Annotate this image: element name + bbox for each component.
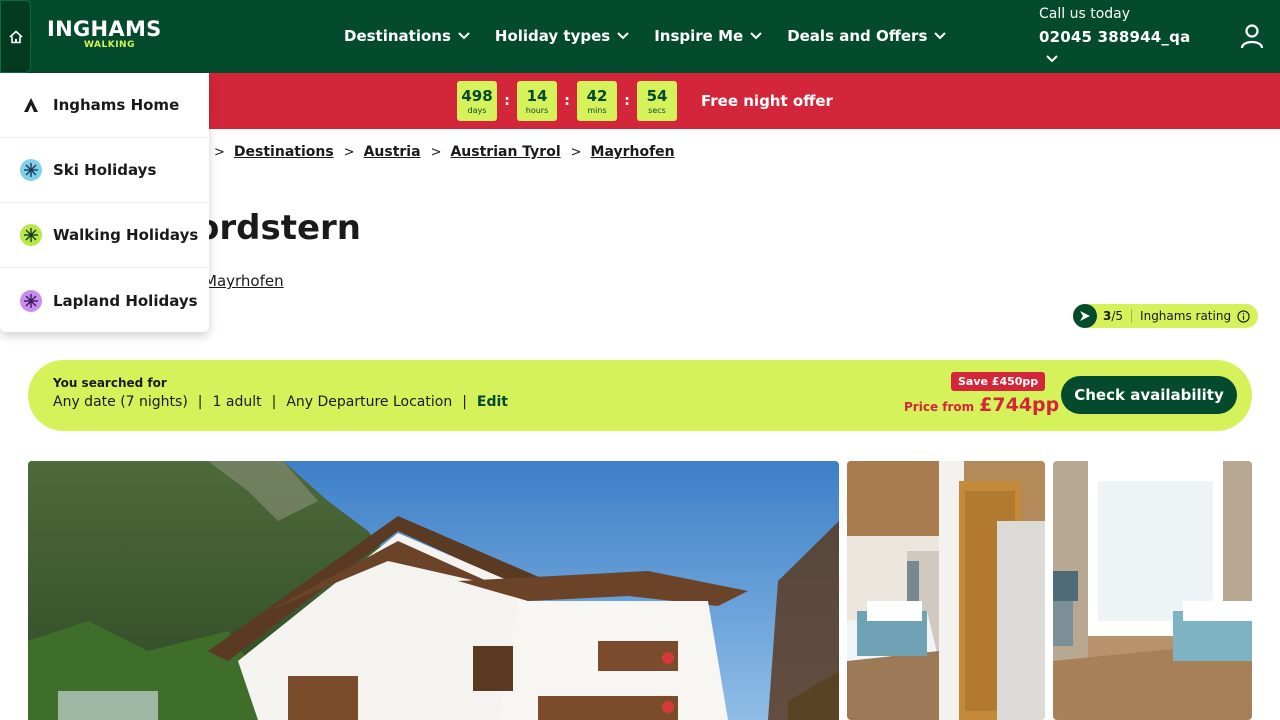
countdown-unit: days bbox=[467, 106, 487, 115]
logo-text: INGHAMS bbox=[47, 17, 162, 41]
search-details: Any date (7 nights) | 1 adult | Any Depa… bbox=[53, 394, 508, 410]
chevron-down-icon[interactable] bbox=[1045, 54, 1059, 64]
chevron-down-icon bbox=[617, 32, 629, 40]
menu-item-inghams-home[interactable]: Inghams Home bbox=[0, 73, 209, 138]
brand-logo[interactable]: INGHAMS WALKING bbox=[47, 17, 162, 50]
menu-item-label: Ski Holidays bbox=[53, 161, 157, 179]
main-nav: Destinations Holiday types Inspire Me De… bbox=[344, 25, 971, 47]
separator: | bbox=[197, 394, 203, 410]
breadcrumb-destinations[interactable]: Destinations bbox=[234, 144, 334, 160]
separator: | bbox=[462, 394, 467, 410]
nav-inspire-me[interactable]: Inspire Me bbox=[654, 25, 763, 47]
rating-max: /5 bbox=[1111, 309, 1124, 323]
chevron-down-icon bbox=[750, 32, 762, 40]
countdown-separator: : bbox=[624, 93, 630, 109]
brand-switcher-menu: Inghams Home Ski Holidays Walking Holida… bbox=[0, 73, 209, 332]
location-link[interactable]: Mayrhofen bbox=[204, 272, 284, 290]
page-title: ordstern bbox=[196, 208, 361, 248]
menu-item-label: Lapland Holidays bbox=[53, 291, 198, 310]
hotel-room-window-photo[interactable] bbox=[1053, 461, 1252, 720]
chevron-right-icon: > bbox=[570, 144, 582, 160]
logo-subtext: WALKING bbox=[84, 40, 135, 50]
inghams-mark-icon bbox=[1073, 304, 1097, 328]
chevron-right-icon: > bbox=[214, 144, 225, 160]
countdown-unit: hours bbox=[525, 106, 549, 115]
menu-item-ski-holidays[interactable]: Ski Holidays bbox=[0, 138, 209, 203]
search-travellers: 1 adult bbox=[212, 394, 262, 410]
photo-gallery bbox=[0, 461, 1280, 720]
lapland-icon bbox=[20, 289, 42, 312]
nav-label: Deals and Offers bbox=[787, 27, 928, 45]
countdown-mins: 42 mins bbox=[577, 81, 617, 121]
countdown-days: 498 days bbox=[457, 81, 497, 121]
phone-number[interactable]: 02045 388944_qa bbox=[1039, 28, 1190, 46]
countdown-unit: mins bbox=[587, 106, 607, 115]
hotel-room-photo[interactable] bbox=[847, 461, 1045, 720]
nav-label: Destinations bbox=[344, 27, 451, 45]
price-from: Price from £744pp bbox=[904, 394, 1059, 416]
chevron-right-icon: > bbox=[343, 144, 355, 160]
countdown-hours: 14 hours bbox=[517, 81, 557, 121]
countdown-separator: : bbox=[504, 93, 510, 109]
menu-item-walking-holidays[interactable]: Walking Holidays bbox=[0, 203, 209, 268]
breadcrumb-austria[interactable]: Austria bbox=[364, 144, 421, 160]
home-button[interactable] bbox=[0, 0, 31, 73]
nav-label: Inspire Me bbox=[654, 27, 744, 45]
call-us[interactable]: Call us today 02045 388944_qa bbox=[1039, 4, 1190, 63]
search-dates: Any date (7 nights) bbox=[53, 394, 188, 410]
menu-item-label: Walking Holidays bbox=[53, 226, 199, 244]
chevron-right-icon: > bbox=[430, 144, 442, 160]
save-badge: Save £450pp bbox=[951, 372, 1046, 391]
user-icon[interactable] bbox=[1238, 22, 1266, 50]
separator: | bbox=[271, 394, 277, 410]
price-value: £744pp bbox=[979, 394, 1060, 416]
rating-score: 3/5 bbox=[1103, 309, 1133, 323]
search-departure: Any Departure Location bbox=[286, 394, 453, 410]
countdown-separator: : bbox=[564, 93, 570, 109]
countdown-value: 14 bbox=[526, 87, 548, 105]
site-header: INGHAMS WALKING Destinations Holiday typ… bbox=[0, 0, 1280, 73]
info-icon[interactable] bbox=[1237, 309, 1250, 323]
home-icon bbox=[8, 29, 23, 43]
walking-icon bbox=[20, 224, 42, 246]
countdown-timer: 498 days : 14 hours : 42 mins : 54 secs bbox=[457, 81, 677, 121]
chevron-down-icon bbox=[458, 32, 470, 40]
search-label: You searched for bbox=[53, 376, 167, 390]
countdown-unit: secs bbox=[648, 106, 666, 115]
rating-label: Inghams rating bbox=[1140, 309, 1232, 323]
offer-text[interactable]: Free night offer bbox=[701, 92, 833, 110]
snowflake-icon bbox=[20, 159, 42, 181]
countdown-value: 498 bbox=[461, 87, 493, 105]
menu-item-label: Inghams Home bbox=[53, 96, 180, 114]
nav-label: Holiday types bbox=[494, 27, 611, 45]
hotel-exterior-photo[interactable] bbox=[28, 461, 839, 720]
inghams-logo-icon bbox=[20, 94, 42, 116]
inghams-rating[interactable]: 3/5 Inghams rating bbox=[1073, 304, 1259, 328]
search-summary: You searched for Any date (7 nights) | 1… bbox=[28, 360, 1252, 431]
menu-item-lapland-holidays[interactable]: Lapland Holidays bbox=[0, 268, 209, 333]
nav-deals-offers[interactable]: Deals and Offers bbox=[787, 25, 947, 47]
breadcrumb-mayrhofen[interactable]: Mayrhofen bbox=[591, 144, 675, 160]
countdown-secs: 54 secs bbox=[637, 81, 677, 121]
nav-holiday-types[interactable]: Holiday types bbox=[495, 25, 630, 47]
chevron-down-icon bbox=[934, 32, 947, 40]
call-label: Call us today bbox=[1039, 6, 1131, 22]
countdown-value: 42 bbox=[586, 87, 608, 105]
check-availability-button[interactable]: Check availability bbox=[1061, 376, 1237, 414]
countdown-value: 54 bbox=[646, 87, 668, 105]
price-label: Price from bbox=[904, 400, 975, 414]
nav-destinations[interactable]: Destinations bbox=[344, 25, 471, 47]
breadcrumb: > Destinations > Austria > Austrian Tyro… bbox=[210, 144, 675, 160]
breadcrumb-austrian-tyrol[interactable]: Austrian Tyrol bbox=[450, 144, 560, 160]
edit-search-link[interactable]: Edit bbox=[477, 394, 508, 410]
